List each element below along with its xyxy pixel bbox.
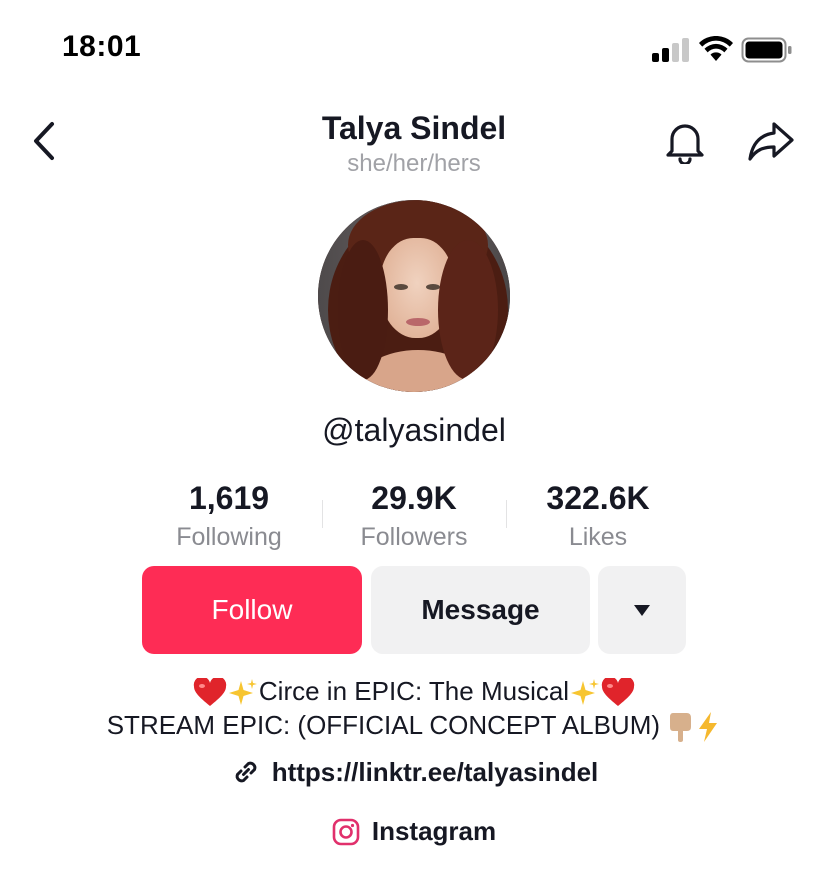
back-chevron-icon[interactable]	[30, 120, 58, 162]
pronouns-text: she/her/hers	[347, 150, 481, 177]
status-time: 18:01	[62, 30, 142, 63]
message-button[interactable]: Message	[371, 566, 590, 654]
wifi-icon	[699, 36, 733, 61]
bio-stream-text: STREAM EPIC: (OFFICIAL CONCEPT ALBUM)	[106, 710, 661, 740]
bio-line-2: STREAM EPIC: (OFFICIAL CONCEPT ALBUM)	[40, 710, 788, 743]
red-heart-icon	[601, 678, 635, 707]
instagram-link[interactable]: Instagram	[240, 816, 588, 847]
profile-link[interactable]: https://linktr.ee/talyasindel	[140, 756, 688, 788]
followers-count[interactable]: 29.9K	[329, 480, 499, 517]
likes-count: 322.6K	[546, 480, 650, 516]
stat-divider	[506, 500, 507, 528]
follow-button[interactable]: Follow	[142, 566, 362, 654]
sparkles-icon	[228, 679, 257, 706]
followers-label[interactable]: Followers	[329, 523, 499, 552]
likes-label: Likes	[568, 523, 628, 551]
avatar[interactable]	[318, 200, 510, 392]
pointing-down-hand-icon	[670, 713, 692, 743]
instagram-label[interactable]: Instagram	[372, 816, 496, 847]
battery-icon	[741, 37, 792, 63]
following-label[interactable]: Following	[144, 523, 314, 552]
profile-link-url[interactable]: https://linktr.ee/talyasindel	[272, 757, 599, 788]
following-count[interactable]: 1,619	[144, 480, 314, 517]
instagram-icon	[332, 818, 360, 845]
cellular-signal-icon	[652, 38, 692, 62]
share-arrow-icon[interactable]	[746, 118, 796, 164]
stat-divider	[322, 500, 323, 528]
link-chain-icon	[235, 761, 257, 783]
bio-role-text: Circe in EPIC: The Musical	[258, 676, 570, 706]
lightning-bolt-icon	[699, 712, 718, 743]
bio-line-1: Circe in EPIC: The Musical	[40, 676, 788, 709]
red-heart-icon	[193, 678, 227, 707]
username-handle: @talyasindel	[322, 412, 506, 448]
profile-name-title: Talya Sindel	[321, 110, 507, 146]
caret-down-icon	[634, 604, 650, 616]
more-options-button[interactable]	[598, 566, 686, 654]
sparkles-icon	[571, 679, 600, 706]
bell-icon[interactable]	[662, 118, 708, 164]
